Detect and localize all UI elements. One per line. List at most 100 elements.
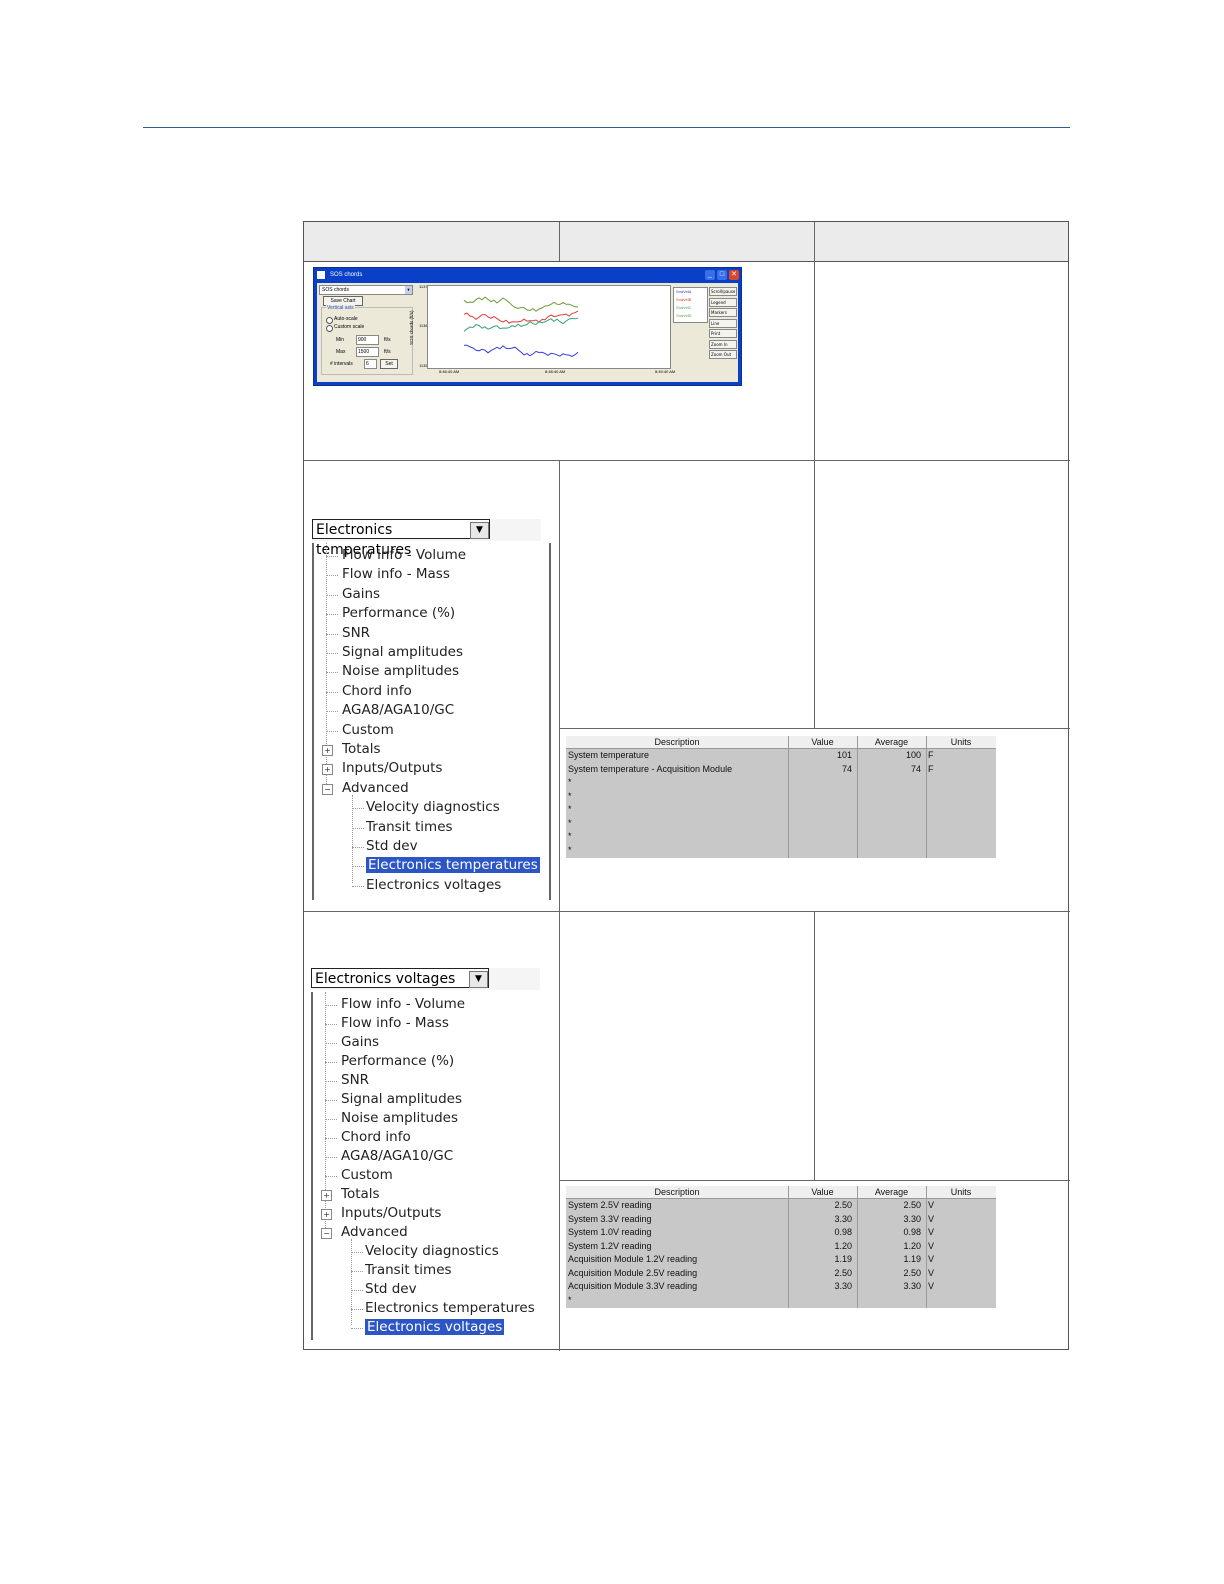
table-row[interactable]: * — [566, 790, 996, 804]
table-row[interactable]: * — [566, 803, 996, 817]
collapse-icon[interactable]: − — [322, 783, 333, 795]
tree-item-advanced[interactable]: Advanced — [341, 1224, 408, 1240]
tree-item[interactable]: Transit times — [365, 1262, 452, 1278]
custom-scale-radio[interactable] — [326, 325, 333, 332]
tree-item-advanced[interactable]: Advanced — [342, 780, 409, 796]
cell-description: System 1.0V reading — [568, 1227, 652, 1237]
table-row[interactable]: System temperature - Acquisition Module 7… — [566, 763, 996, 777]
zoom-out-button[interactable]: Zoom Out — [709, 350, 737, 359]
cell-units: V — [928, 1200, 935, 1210]
tree-item[interactable]: Custom — [342, 722, 394, 738]
cell-description: * — [568, 1294, 572, 1305]
tree-view: Flow info - Volume Flow info - Mass Gains P… — [311, 992, 548, 1340]
tree-item[interactable]: Velocity diagnostics — [365, 1243, 499, 1259]
tree-item[interactable]: Gains — [342, 586, 380, 602]
max-input[interactable]: 1500 — [356, 347, 379, 357]
table-row[interactable]: Acquisition Module 3.3V reading 3.30 3.30 V — [566, 1280, 996, 1294]
tree-item-inputs-outputs[interactable]: Inputs/Outputs — [341, 1205, 441, 1221]
column-header[interactable]: Description — [566, 736, 788, 748]
tree-item[interactable]: Flow info - Volume — [342, 547, 466, 563]
expand-icon[interactable]: + — [321, 1190, 332, 1201]
chart-select[interactable]: SOS chords ▼ — [319, 285, 413, 295]
x-tick: 8:46:40 AM — [439, 369, 460, 374]
minimize-icon[interactable]: _ — [705, 270, 715, 280]
tree-item-totals[interactable]: Totals — [341, 1186, 380, 1202]
tree-item[interactable]: AGA8/AGA10/GC — [342, 702, 454, 718]
column-header[interactable]: Average — [857, 736, 926, 748]
table-row[interactable]: System 2.5V reading 2.50 2.50 V — [566, 1199, 996, 1213]
set-button[interactable]: Set — [380, 359, 398, 369]
legend-button[interactable]: Legend — [709, 297, 737, 307]
table-row[interactable]: * — [566, 1294, 996, 1308]
auto-scale-radio[interactable] — [326, 317, 333, 324]
tree-item[interactable]: Chord info — [342, 683, 412, 699]
table-row[interactable]: System 3.3V reading 3.30 3.30 V — [566, 1213, 996, 1227]
chevron-down-icon[interactable]: ▼ — [470, 522, 489, 539]
tree-item[interactable]: Velocity diagnostics — [366, 799, 500, 815]
col-divider — [559, 911, 560, 1351]
chevron-down-icon[interactable]: ▼ — [469, 971, 488, 988]
table-row[interactable]: System 1.2V reading 1.20 1.20 V — [566, 1240, 996, 1254]
zoom-in-button[interactable]: Zoom In — [709, 339, 737, 349]
tree-dash — [326, 614, 338, 616]
dropdown-bar: Electronics temperatures ▼ — [312, 519, 541, 558]
expand-icon[interactable]: + — [321, 1209, 332, 1220]
column-header[interactable]: Value — [788, 1186, 857, 1198]
expand-icon[interactable]: + — [322, 764, 333, 776]
tree-item[interactable]: Custom — [341, 1167, 393, 1183]
tree-item[interactable]: Signal amplitudes — [341, 1091, 462, 1107]
expand-icon[interactable]: + — [322, 745, 333, 756]
tree-item[interactable]: Transit times — [366, 819, 453, 835]
view-select[interactable]: Electronics voltages ▼ — [311, 968, 489, 988]
tree-item[interactable]: Electronics temperatures — [365, 856, 541, 875]
table-row[interactable]: * — [566, 817, 996, 831]
column-header[interactable]: Units — [926, 736, 996, 748]
table-row[interactable]: System 1.0V reading 0.98 0.98 V — [566, 1226, 996, 1240]
tree-item[interactable]: Noise amplitudes — [342, 663, 459, 679]
table-row[interactable]: Acquisition Module 2.5V reading 2.50 2.50 V — [566, 1267, 996, 1281]
custom-scale-label: Custom scale — [334, 324, 365, 330]
print-button[interactable]: Print — [709, 329, 737, 338]
close-icon[interactable]: ✕ — [729, 270, 739, 280]
tree-item-inputs-outputs[interactable]: Inputs/Outputs — [342, 760, 442, 776]
column-header[interactable]: Units — [926, 1186, 996, 1198]
cell-units: V — [928, 1240, 935, 1251]
tree-item[interactable]: AGA8/AGA10/GC — [341, 1148, 453, 1164]
markers-button[interactable]: Markers — [709, 308, 737, 317]
tree-dash — [325, 1100, 337, 1101]
table-row[interactable]: System temperature 101 100 F — [566, 749, 996, 763]
table-row[interactable]: Acquisition Module 1.2V reading 1.19 1.19 V — [566, 1253, 996, 1267]
tree-item[interactable]: Std dev — [365, 1281, 417, 1297]
tree-item[interactable]: Flow info - Mass — [341, 1015, 449, 1031]
tree-item[interactable]: Std dev — [366, 838, 418, 854]
tree-item[interactable]: Performance (%) — [342, 605, 455, 621]
x-tick: 8:49:40 AM — [655, 369, 676, 374]
scroll-pause-button[interactable]: Scroll/pause — [709, 287, 737, 296]
tree-item[interactable]: Performance (%) — [341, 1053, 454, 1069]
tree-item[interactable]: SNR — [341, 1072, 369, 1088]
tree-item[interactable]: Gains — [341, 1034, 379, 1050]
min-input[interactable]: 900 — [356, 335, 379, 345]
maximize-icon[interactable]: □ — [717, 270, 727, 280]
view-select[interactable]: Electronics temperatures ▼ — [312, 519, 490, 558]
tree-item[interactable]: Signal amplitudes — [342, 644, 463, 660]
table-row[interactable]: * — [566, 844, 996, 858]
tree-item[interactable]: Electronics temperatures — [365, 1300, 535, 1316]
tree-item[interactable]: Flow info - Mass — [342, 566, 450, 582]
collapse-icon[interactable]: − — [321, 1228, 332, 1239]
tree-item[interactable]: Noise amplitudes — [341, 1110, 458, 1126]
tree-item[interactable]: Electronics voltages — [366, 877, 501, 893]
tree-item[interactable]: SNR — [342, 625, 370, 641]
table-row[interactable]: * — [566, 830, 996, 844]
tree-item[interactable]: Chord info — [341, 1129, 411, 1145]
table-row[interactable]: * — [566, 776, 996, 790]
view-select-value: Electronics voltages — [315, 971, 456, 987]
column-header[interactable]: Average — [857, 1186, 926, 1198]
intervals-input[interactable]: 6 — [364, 359, 377, 369]
tree-item[interactable]: Flow info - Volume — [341, 996, 465, 1012]
column-header[interactable]: Value — [788, 736, 857, 748]
line-button[interactable]: Line — [709, 318, 737, 328]
tree-item-totals[interactable]: Totals — [342, 741, 381, 757]
tree-item[interactable]: Electronics voltages — [363, 1318, 506, 1336]
column-header[interactable]: Description — [566, 1186, 788, 1198]
